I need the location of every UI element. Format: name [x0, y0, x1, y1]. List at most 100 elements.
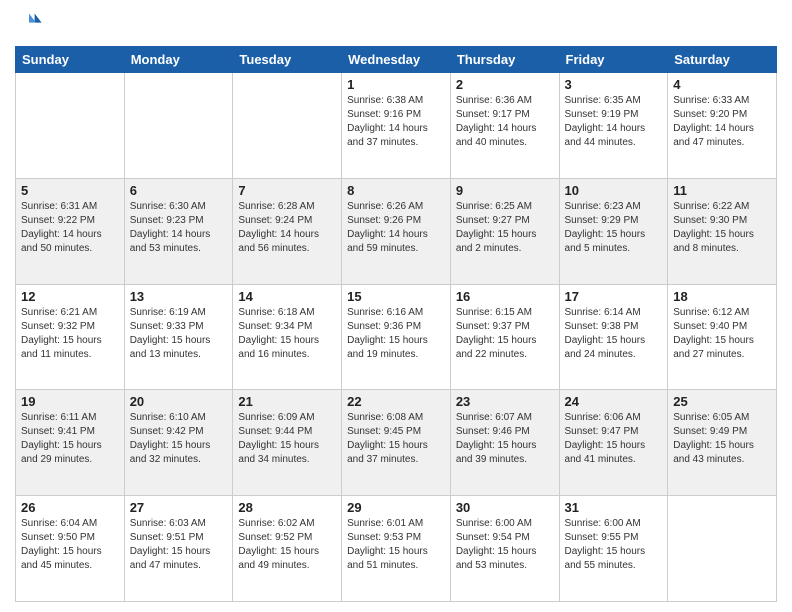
cal-cell: [233, 73, 342, 179]
day-number: 30: [456, 500, 554, 515]
cal-cell: 19Sunrise: 6:11 AM Sunset: 9:41 PM Dayli…: [16, 390, 125, 496]
day-number: 29: [347, 500, 445, 515]
day-info: Sunrise: 6:00 AM Sunset: 9:54 PM Dayligh…: [456, 517, 554, 573]
cal-cell: 30 Sunrise: 6:00 AM Sunset: 9:54 PM Dayli…: [450, 496, 559, 602]
col-header-monday: Monday: [124, 47, 233, 73]
day-info: Sunrise: 6:35 AM Sunset: 9:19 PM Dayligh…: [565, 94, 663, 150]
col-header-friday: Friday: [559, 47, 668, 73]
header: [15, 10, 777, 38]
day-number: 5: [21, 183, 119, 198]
cal-cell: [16, 73, 125, 179]
day-number: 11: [673, 183, 771, 198]
cal-cell: 13 Sunrise: 6:19 AM Sunset: 9:33 PM Dayli…: [124, 284, 233, 390]
cal-cell: 6 Sunrise: 6:30 AM Sunset: 9:23 PM Daylig…: [124, 178, 233, 284]
day-number: 23: [456, 394, 554, 409]
day-info: Sunrise: 6:00 AM Sunset: 9:55 PM Dayligh…: [565, 517, 663, 573]
logo-icon: [15, 10, 43, 38]
col-header-thursday: Thursday: [450, 47, 559, 73]
day-number: 31: [565, 500, 663, 515]
cal-cell: 11 Sunrise: 6:22 AM Sunset: 9:30 PM Dayli…: [668, 178, 777, 284]
day-number: 24: [565, 394, 663, 409]
day-info: Sunrise: 6:11 AM Sunset: 9:41 PM Dayligh…: [21, 411, 119, 467]
day-info: Sunrise: 6:06 AM Sunset: 9:47 PM Dayligh…: [565, 411, 663, 467]
day-number: 7: [238, 183, 336, 198]
cal-cell: 5 Sunrise: 6:31 AM Sunset: 9:22 PM Daylig…: [16, 178, 125, 284]
col-header-tuesday: Tuesday: [233, 47, 342, 73]
col-header-saturday: Saturday: [668, 47, 777, 73]
cal-cell: 20 Sunrise: 6:10 AM Sunset: 9:42 PM Dayli…: [124, 390, 233, 496]
cal-cell: 7 Sunrise: 6:28 AM Sunset: 9:24 PM Daylig…: [233, 178, 342, 284]
day-number: 18: [673, 289, 771, 304]
day-info: Sunrise: 6:05 AM Sunset: 9:49 PM Dayligh…: [673, 411, 771, 467]
cal-cell: 23 Sunrise: 6:07 AM Sunset: 9:46 PM Dayli…: [450, 390, 559, 496]
day-number: 21: [238, 394, 336, 409]
day-info: Sunrise: 6:03 AM Sunset: 9:51 PM Dayligh…: [130, 517, 228, 573]
cal-cell: 2Sunrise: 6:36 AM Sunset: 9:17 PM Daylig…: [450, 73, 559, 179]
cal-cell: 22 Sunrise: 6:08 AM Sunset: 9:45 PM Dayli…: [342, 390, 451, 496]
day-info: Sunrise: 6:26 AM Sunset: 9:26 PM Dayligh…: [347, 200, 445, 256]
day-number: 6: [130, 183, 228, 198]
day-info: Sunrise: 6:08 AM Sunset: 9:45 PM Dayligh…: [347, 411, 445, 467]
day-info: Sunrise: 6:07 AM Sunset: 9:46 PM Dayligh…: [456, 411, 554, 467]
cal-cell: 16 Sunrise: 6:15 AM Sunset: 9:37 PM Dayli…: [450, 284, 559, 390]
calendar-table: SundayMondayTuesdayWednesdayThursdayFrid…: [15, 46, 777, 602]
day-info: Sunrise: 6:19 AM Sunset: 9:33 PM Dayligh…: [130, 306, 228, 362]
col-header-wednesday: Wednesday: [342, 47, 451, 73]
day-number: 8: [347, 183, 445, 198]
cal-cell: 8 Sunrise: 6:26 AM Sunset: 9:26 PM Daylig…: [342, 178, 451, 284]
day-number: 2: [456, 77, 554, 92]
cal-cell: [124, 73, 233, 179]
day-number: 17: [565, 289, 663, 304]
day-number: 9: [456, 183, 554, 198]
day-number: 22: [347, 394, 445, 409]
cal-cell: 27 Sunrise: 6:03 AM Sunset: 9:51 PM Dayli…: [124, 496, 233, 602]
cal-cell: 4Sunrise: 6:33 AM Sunset: 9:20 PM Daylig…: [668, 73, 777, 179]
day-number: 14: [238, 289, 336, 304]
cal-cell: [668, 496, 777, 602]
col-header-sunday: Sunday: [16, 47, 125, 73]
cal-cell: 17 Sunrise: 6:14 AM Sunset: 9:38 PM Dayli…: [559, 284, 668, 390]
logo: [15, 10, 45, 38]
day-info: Sunrise: 6:02 AM Sunset: 9:52 PM Dayligh…: [238, 517, 336, 573]
day-info: Sunrise: 6:18 AM Sunset: 9:34 PM Dayligh…: [238, 306, 336, 362]
day-number: 15: [347, 289, 445, 304]
day-number: 4: [673, 77, 771, 92]
day-number: 1: [347, 77, 445, 92]
day-info: Sunrise: 6:21 AM Sunset: 9:32 PM Dayligh…: [21, 306, 119, 362]
cal-cell: 3 Sunrise: 6:35 AM Sunset: 9:19 PM Daylig…: [559, 73, 668, 179]
day-info: Sunrise: 6:10 AM Sunset: 9:42 PM Dayligh…: [130, 411, 228, 467]
cal-cell: 21 Sunrise: 6:09 AM Sunset: 9:44 PM Dayli…: [233, 390, 342, 496]
day-info: Sunrise: 6:15 AM Sunset: 9:37 PM Dayligh…: [456, 306, 554, 362]
day-number: 27: [130, 500, 228, 515]
cal-cell: 24 Sunrise: 6:06 AM Sunset: 9:47 PM Dayli…: [559, 390, 668, 496]
day-number: 20: [130, 394, 228, 409]
cal-cell: 12 Sunrise: 6:21 AM Sunset: 9:32 PM Dayli…: [16, 284, 125, 390]
cal-cell: 29 Sunrise: 6:01 AM Sunset: 9:53 PM Dayli…: [342, 496, 451, 602]
cal-cell: 31 Sunrise: 6:00 AM Sunset: 9:55 PM Dayli…: [559, 496, 668, 602]
day-number: 3: [565, 77, 663, 92]
cal-cell: 10 Sunrise: 6:23 AM Sunset: 9:29 PM Dayli…: [559, 178, 668, 284]
day-number: 16: [456, 289, 554, 304]
day-info: Sunrise: 6:12 AM Sunset: 9:40 PM Dayligh…: [673, 306, 771, 362]
cal-cell: 15 Sunrise: 6:16 AM Sunset: 9:36 PM Dayli…: [342, 284, 451, 390]
day-number: 12: [21, 289, 119, 304]
day-info: Sunrise: 6:09 AM Sunset: 9:44 PM Dayligh…: [238, 411, 336, 467]
day-info: Sunrise: 6:14 AM Sunset: 9:38 PM Dayligh…: [565, 306, 663, 362]
cal-cell: 25Sunrise: 6:05 AM Sunset: 9:49 PM Dayli…: [668, 390, 777, 496]
cal-cell: 1Sunrise: 6:38 AM Sunset: 9:16 PM Daylig…: [342, 73, 451, 179]
cal-cell: 26Sunrise: 6:04 AM Sunset: 9:50 PM Dayli…: [16, 496, 125, 602]
cal-cell: 28 Sunrise: 6:02 AM Sunset: 9:52 PM Dayli…: [233, 496, 342, 602]
day-info: Sunrise: 6:16 AM Sunset: 9:36 PM Dayligh…: [347, 306, 445, 362]
day-number: 13: [130, 289, 228, 304]
day-number: 26: [21, 500, 119, 515]
day-number: 10: [565, 183, 663, 198]
day-info: Sunrise: 6:28 AM Sunset: 9:24 PM Dayligh…: [238, 200, 336, 256]
day-info: Sunrise: 6:22 AM Sunset: 9:30 PM Dayligh…: [673, 200, 771, 256]
day-info: Sunrise: 6:30 AM Sunset: 9:23 PM Dayligh…: [130, 200, 228, 256]
day-number: 28: [238, 500, 336, 515]
cal-cell: 9Sunrise: 6:25 AM Sunset: 9:27 PM Daylig…: [450, 178, 559, 284]
cal-cell: 18 Sunrise: 6:12 AM Sunset: 9:40 PM Dayli…: [668, 284, 777, 390]
day-info: Sunrise: 6:23 AM Sunset: 9:29 PM Dayligh…: [565, 200, 663, 256]
day-info: Sunrise: 6:31 AM Sunset: 9:22 PM Dayligh…: [21, 200, 119, 256]
day-info: Sunrise: 6:01 AM Sunset: 9:53 PM Dayligh…: [347, 517, 445, 573]
